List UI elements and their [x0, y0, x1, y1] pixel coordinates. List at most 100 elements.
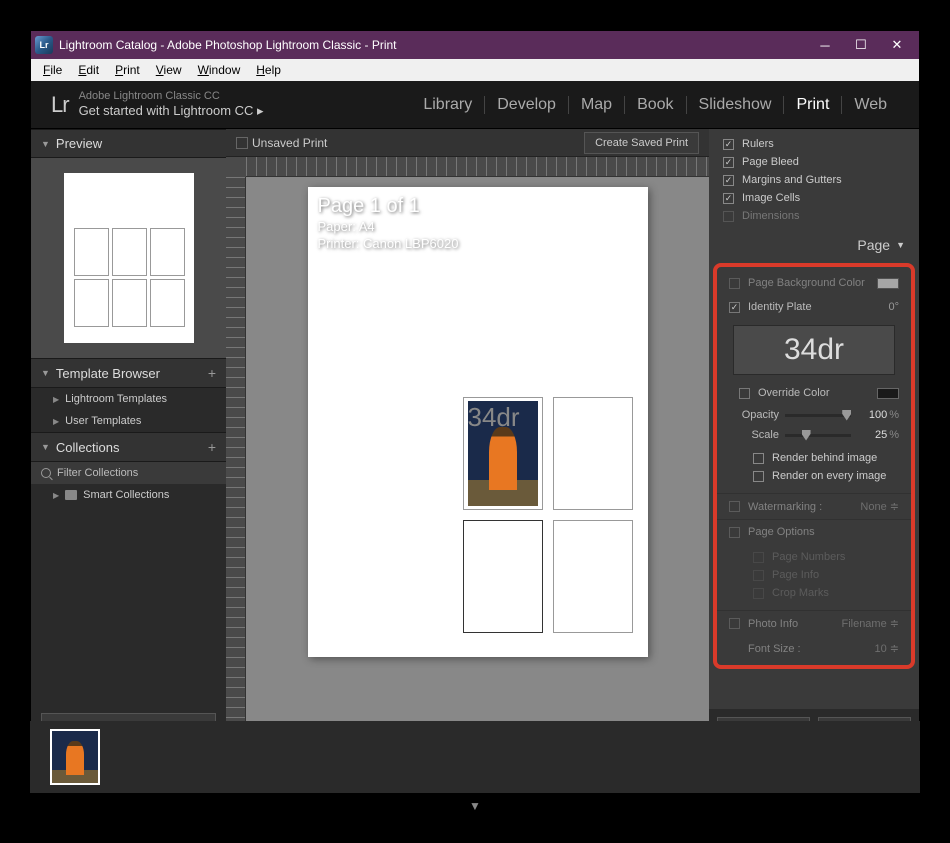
template-browser-header[interactable]: ▼ Template Browser + — [31, 358, 226, 388]
grid-cell[interactable] — [463, 520, 543, 633]
checkbox-icon — [723, 157, 734, 168]
checkbox-icon — [729, 618, 740, 629]
chevron-down-icon: ▼ — [41, 442, 50, 452]
override-color-row[interactable]: Override Color — [717, 381, 911, 405]
titlebar: Lr Lightroom Catalog - Adobe Photoshop L… — [31, 31, 919, 59]
watermark-select[interactable]: None ≑ — [860, 500, 899, 513]
filmstrip-thumbnail[interactable] — [50, 729, 100, 785]
menu-view[interactable]: View — [148, 61, 190, 79]
collapse-filmstrip-icon[interactable]: ▼ — [469, 799, 481, 813]
chevron-right-icon: ▶ — [53, 417, 59, 426]
soft-proof-checkbox[interactable] — [236, 137, 248, 149]
slider-thumb[interactable] — [842, 410, 851, 421]
preview-content — [31, 158, 226, 358]
collections-header[interactable]: ▼Collections+ — [31, 432, 226, 462]
checkbox-icon — [753, 552, 764, 563]
grid-cell[interactable] — [553, 397, 633, 510]
module-header: Lr Adobe Lightroom Classic CC Get starte… — [31, 81, 919, 129]
font-size-row[interactable]: Font Size :10 ≑ — [717, 636, 911, 661]
module-slideshow[interactable]: Slideshow — [687, 96, 785, 114]
page-number-label: Page 1 of 1 — [318, 193, 459, 219]
menu-window[interactable]: Window — [190, 61, 249, 79]
menu-print[interactable]: Print — [107, 61, 148, 79]
checkbox-icon — [729, 501, 740, 512]
filmstrip[interactable] — [30, 721, 920, 793]
checkbox-icon — [723, 211, 734, 222]
slider-track[interactable] — [785, 414, 851, 417]
guide-rulers[interactable]: Rulers — [723, 135, 905, 153]
color-swatch[interactable] — [877, 388, 899, 399]
print-page[interactable]: Page 1 of 1 Paper: A4 Printer: Canon LBP… — [308, 187, 648, 657]
folder-icon — [65, 490, 77, 500]
module-map[interactable]: Map — [569, 96, 625, 114]
close-button[interactable]: ✕ — [879, 32, 915, 58]
checkbox-icon — [729, 527, 740, 538]
grid-cell[interactable] — [553, 520, 633, 633]
menubar: File Edit Print View Window Help — [31, 59, 919, 81]
center-canvas: Unsaved Print Create Saved Print Page 1 … — [226, 129, 709, 756]
page-info-checkbox[interactable]: Page Info — [753, 566, 891, 584]
opacity-value[interactable]: 100 — [857, 409, 887, 421]
checkbox-icon — [753, 588, 764, 599]
opacity-slider[interactable]: Opacity100% — [717, 405, 911, 425]
module-library[interactable]: Library — [411, 96, 485, 114]
render-behind-checkbox[interactable]: Render behind image — [753, 449, 891, 467]
page-numbers-checkbox[interactable]: Page Numbers — [753, 548, 891, 566]
guide-image-cells[interactable]: Image Cells — [723, 189, 905, 207]
checkbox-icon — [723, 139, 734, 150]
printer-label: Printer: Canon LBP6020 — [318, 236, 459, 253]
module-print[interactable]: Print — [784, 96, 842, 114]
slider-track[interactable] — [785, 434, 851, 437]
identity-plate-row[interactable]: Identity Plate0° — [717, 295, 911, 319]
page-bg-color-row[interactable]: Page Background Color — [717, 271, 911, 295]
guides-section: Rulers Page Bleed Margins and Gutters Im… — [709, 129, 919, 231]
scale-slider[interactable]: Scale25% — [717, 425, 911, 445]
lightroom-templates-folder[interactable]: ▶Lightroom Templates — [31, 388, 226, 410]
chevron-down-icon: ▼ — [41, 368, 50, 378]
color-swatch[interactable] — [877, 278, 899, 289]
guide-margins[interactable]: Margins and Gutters — [723, 171, 905, 189]
photo-info-row[interactable]: Photo InfoFilename ≑ — [717, 610, 911, 636]
smart-collections-folder[interactable]: ▶Smart Collections — [31, 484, 226, 506]
page-options-row[interactable]: Page Options — [717, 519, 911, 544]
canvas-area[interactable]: Page 1 of 1 Paper: A4 Printer: Canon LBP… — [246, 177, 709, 728]
chevron-down-icon: ▼ — [896, 240, 905, 250]
photo-info-select[interactable]: Filename ≑ — [841, 617, 899, 630]
module-web[interactable]: Web — [842, 96, 899, 114]
menu-help[interactable]: Help — [248, 61, 289, 79]
chevron-right-icon: ▶ — [53, 491, 59, 500]
crop-marks-checkbox[interactable]: Crop Marks — [753, 584, 891, 602]
module-develop[interactable]: Develop — [485, 96, 569, 114]
identity-angle[interactable]: 0° — [888, 301, 899, 313]
slider-thumb[interactable] — [802, 430, 811, 441]
template-folder-label: User Templates — [65, 415, 141, 427]
checkbox-icon — [753, 471, 764, 482]
minimize-button[interactable]: ─ — [807, 32, 843, 58]
create-saved-print-button[interactable]: Create Saved Print — [584, 132, 699, 154]
module-book[interactable]: Book — [625, 96, 686, 114]
menu-file[interactable]: File — [35, 61, 70, 79]
maximize-button[interactable]: ☐ — [843, 32, 879, 58]
template-browser-label: Template Browser — [56, 366, 160, 381]
brand-sub[interactable]: Get started with Lightroom CC ▸ — [79, 103, 264, 119]
guide-page-bleed[interactable]: Page Bleed — [723, 153, 905, 171]
preview-panel-header[interactable]: ▼Preview — [31, 129, 226, 158]
identity-plate-preview[interactable]: 34dr — [733, 325, 895, 375]
scale-value[interactable]: 25 — [857, 429, 887, 441]
window-title: Lightroom Catalog - Adobe Photoshop Ligh… — [59, 38, 807, 52]
guide-dimensions[interactable]: Dimensions — [723, 207, 905, 225]
search-icon — [41, 468, 51, 478]
watermarking-row[interactable]: Watermarking :None ≑ — [717, 493, 911, 519]
app-icon: Lr — [35, 36, 53, 54]
menu-edit[interactable]: Edit — [70, 61, 107, 79]
render-every-checkbox[interactable]: Render on every image — [753, 467, 891, 485]
user-templates-folder[interactable]: ▶ User Templates — [31, 410, 226, 432]
page-section-header[interactable]: Page▼ — [709, 231, 919, 259]
add-collection-icon[interactable]: + — [208, 439, 216, 455]
filter-collections-placeholder: Filter Collections — [57, 467, 138, 479]
add-template-icon[interactable]: + — [208, 365, 216, 381]
filter-collections-input[interactable]: Filter Collections — [31, 462, 226, 484]
font-size-value[interactable]: 10 ≑ — [874, 642, 899, 655]
lr-logo: Lr — [51, 92, 69, 118]
identity-plate-overlay[interactable]: 34dr — [468, 402, 520, 433]
